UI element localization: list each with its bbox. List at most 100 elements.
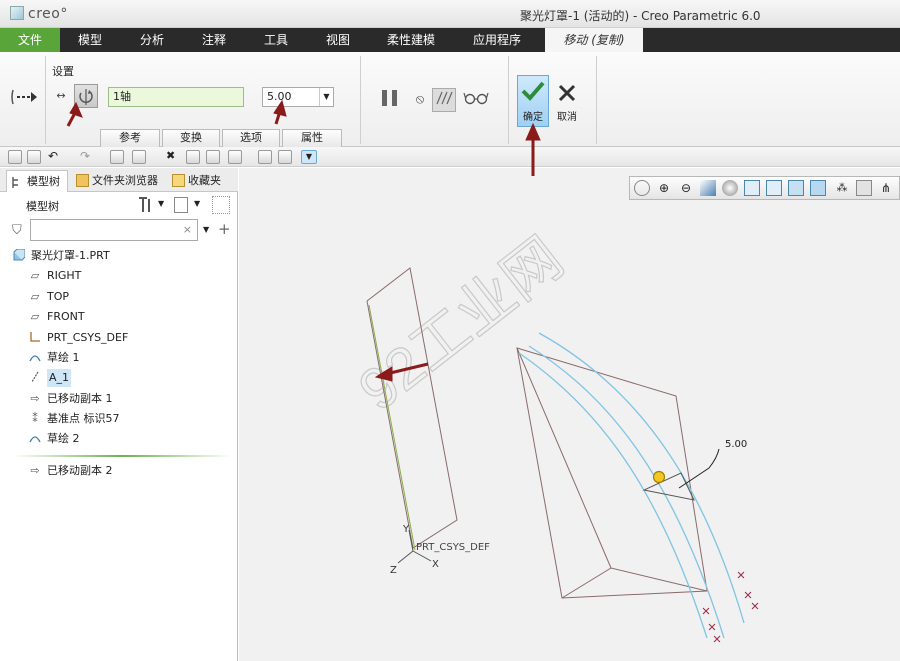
appearance-icon[interactable] — [206, 150, 220, 164]
graphics-window[interactable]: 92工业网 Y Z X PRT_CSYS_DEF 5.00 — [239, 168, 900, 661]
tab-folder-browser[interactable]: 文件夹浏览器 — [72, 170, 162, 192]
tab-move-copy[interactable]: 移动 (复制) — [545, 28, 643, 52]
distance-value: 5.00 — [267, 90, 292, 103]
tree-item-label: A_1 — [47, 369, 72, 387]
network-icon[interactable]: ⋔ — [878, 180, 894, 196]
glasses-icon[interactable] — [462, 88, 490, 112]
curve-2[interactable] — [528, 345, 725, 639]
repaint-icon[interactable] — [700, 180, 716, 196]
creo-logo: creo° — [10, 6, 68, 22]
filter-tree-icon[interactable] — [212, 196, 230, 214]
copy-icon[interactable] — [258, 150, 272, 164]
subtab-properties[interactable]: 属性 — [282, 129, 342, 147]
tab-analysis[interactable]: 分析 — [122, 28, 182, 52]
shading-icon[interactable] — [228, 150, 242, 164]
tab-view[interactable]: 视图 — [308, 28, 368, 52]
tab-model-tree[interactable]: 模型树 — [6, 170, 68, 192]
annotation-display-icon[interactable] — [856, 180, 872, 196]
tab-flexible-modeling[interactable]: 柔性建模 — [372, 28, 450, 52]
cancel-icon[interactable] — [556, 82, 578, 104]
model-tree-heading: 模型树 — [26, 200, 59, 213]
paste-icon[interactable] — [278, 150, 292, 164]
zoom-out-icon[interactable]: ⊖ — [678, 180, 694, 196]
chevron-down-icon[interactable]: ▼ — [194, 199, 200, 208]
tree-search-input[interactable]: × — [30, 219, 198, 241]
moved-copy-icon: ⇨ — [30, 464, 40, 477]
settings-label: 设置 — [52, 65, 74, 78]
verify-preview-icon[interactable] — [432, 88, 456, 112]
reference-collector[interactable]: 1轴 — [108, 87, 244, 107]
coordinate-system-icon — [28, 331, 42, 345]
tree-item-label: FRONT — [47, 310, 85, 323]
regenerate-icon[interactable] — [110, 150, 124, 164]
tree-item-label: 已移动副本 2 — [47, 464, 113, 477]
refit-icon[interactable] — [634, 180, 650, 196]
folder-icon — [76, 174, 89, 187]
tab-favorites-label: 收藏夹 — [188, 174, 221, 187]
ok-label: 确定 — [523, 112, 543, 123]
zoom-in-icon[interactable]: ⊕ — [656, 180, 672, 196]
tree-item-label: 基准点 标识57 — [47, 412, 120, 425]
perspective-icon[interactable] — [788, 180, 804, 196]
sketch-icon — [28, 351, 42, 365]
axis-icon — [28, 371, 42, 385]
dimension-value[interactable]: 5.00 — [725, 439, 747, 450]
clear-search-icon[interactable]: × — [183, 223, 192, 236]
drag-handle[interactable] — [652, 470, 666, 484]
chevron-down-icon[interactable]: ▼ — [319, 88, 333, 106]
moved-copy-icon: ⇨ — [30, 392, 40, 405]
display-style-icon[interactable] — [722, 180, 738, 196]
model-tree-icon — [11, 175, 24, 188]
subtab-references[interactable]: 参考 — [100, 129, 160, 147]
tab-model[interactable]: 模型 — [60, 28, 120, 52]
pause-icon[interactable] — [378, 88, 402, 112]
axis-x-label: X — [432, 559, 439, 570]
undo-icon[interactable]: ↶ — [48, 150, 62, 164]
axis-z-label: Z — [390, 565, 397, 576]
tab-applications[interactable]: 应用程序 — [458, 28, 536, 52]
move-feature-icon — [8, 84, 40, 112]
spin-center-icon[interactable] — [810, 180, 826, 196]
save-icon[interactable] — [27, 150, 41, 164]
distance-input[interactable]: 5.00 ▼ — [262, 87, 334, 107]
new-icon[interactable] — [8, 150, 22, 164]
navigator-tabs: 模型树 文件夹浏览器 收藏夹 — [0, 168, 238, 192]
view-manager-icon[interactable] — [766, 180, 782, 196]
filter-icon[interactable]: ⛉ — [12, 223, 22, 238]
chevron-down-icon[interactable]: ▼ — [158, 199, 164, 208]
measure-icon[interactable] — [186, 150, 200, 164]
close-window-icon[interactable]: ✖ — [166, 150, 180, 164]
navigator-panel: 模型树 文件夹浏览器 收藏夹 模型树 ▼ ▼ ⛉ × ▼ + 聚光灯罩-1.PR… — [0, 168, 238, 661]
saved-views-icon[interactable] — [744, 180, 760, 196]
model-viewport[interactable]: 92工业网 Y Z X PRT_CSYS_DEF 5.00 — [239, 168, 900, 661]
tree-item-label: 已移动副本 1 — [47, 392, 113, 405]
subtab-transform[interactable]: 变换 — [162, 129, 220, 147]
windows-icon[interactable] — [132, 150, 146, 164]
cancel-label[interactable]: 取消 — [557, 108, 577, 123]
toolbar-dropdown-icon[interactable]: ▼ — [301, 150, 317, 164]
tab-tools[interactable]: 工具 — [246, 28, 306, 52]
insert-indicator[interactable] — [12, 455, 232, 457]
tab-favorites[interactable]: 收藏夹 — [168, 170, 234, 192]
datum-plane-icon: ▱ — [30, 290, 40, 303]
ok-button[interactable]: 确定 — [517, 75, 549, 127]
add-icon[interactable]: + — [218, 220, 231, 238]
subtab-options[interactable]: 选项 — [222, 129, 280, 147]
no-preview-icon[interactable]: ⦸ — [408, 88, 432, 112]
tree-item-label: PRT_CSYS_DEF — [47, 331, 129, 344]
translate-icon[interactable]: ↔ — [52, 84, 70, 108]
rotate-mode-button[interactable] — [74, 84, 98, 108]
datum-display-icon[interactable]: ⁂ — [834, 180, 850, 196]
chevron-down-icon[interactable]: ▼ — [203, 225, 209, 234]
redo-icon[interactable]: ↷ — [80, 150, 94, 164]
settings-tools-icon[interactable] — [136, 196, 156, 214]
tab-folder-browser-label: 文件夹浏览器 — [92, 174, 158, 187]
show-icon[interactable] — [174, 197, 188, 213]
tab-file[interactable]: 文件 — [0, 28, 60, 52]
datum-point-icon: ⁑ — [32, 412, 38, 425]
tab-annotate[interactable]: 注释 — [184, 28, 244, 52]
tree-item-label: TOP — [47, 290, 70, 303]
tree-item-label: 草绘 1 — [47, 351, 80, 364]
logo-text: creo° — [28, 6, 68, 22]
tree-item-label: 聚光灯罩-1.PRT — [31, 249, 110, 262]
